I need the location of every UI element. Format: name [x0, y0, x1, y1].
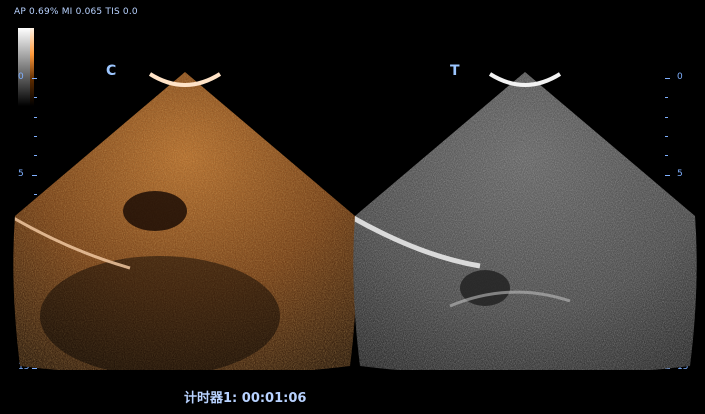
contrast-image-fan	[13, 72, 357, 370]
acoustic-status-readout: AP 0.69% MI 0.065 TIS 0.0	[14, 7, 138, 17]
timer-readout: 计时器1: 00:01:06	[184, 391, 307, 406]
tissue-image-fan	[353, 72, 697, 370]
ultrasound-screen: AP 0.69% MI 0.065 TIS 0.0 C T 051015 051…	[0, 0, 705, 414]
